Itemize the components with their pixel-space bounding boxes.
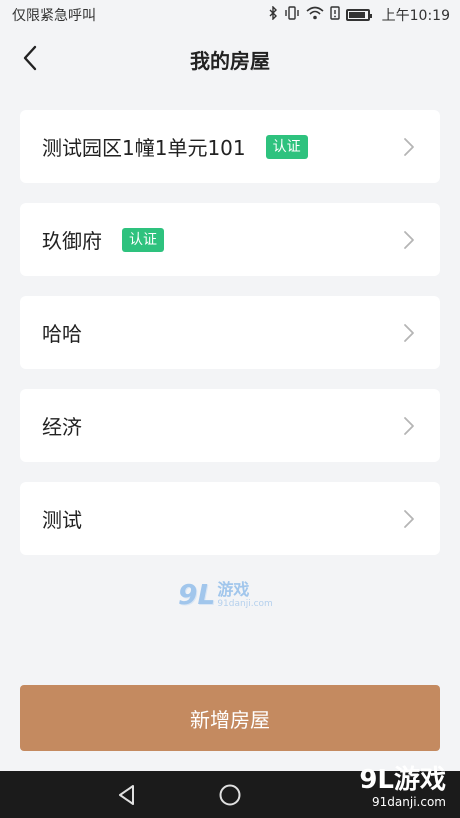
clock-time: 上午10:19 (381, 8, 450, 24)
house-item[interactable]: 测试 (20, 482, 440, 555)
status-bar: 仅限紧急呼叫 上午10:19 (0, 0, 460, 30)
watermark-text: 游戏 91danji.com (217, 579, 273, 609)
house-item[interactable]: 经济 (20, 389, 440, 462)
house-name: 经济 (42, 415, 82, 439)
watermark-title: 游戏 (217, 579, 250, 599)
house-name: 测试 (42, 508, 82, 532)
bluetooth-icon (268, 5, 278, 24)
verified-badge: 认证 (122, 227, 164, 252)
corner-watermark: 9L游戏 91danji.com (359, 765, 446, 809)
watermark-url: 91danji.com (217, 598, 273, 609)
house-item[interactable]: 玖御府 认证 (20, 203, 440, 276)
corner-watermark-url: 91danji.com (372, 795, 446, 809)
page-title: 我的房屋 (190, 48, 270, 73)
house-name: 测试园区1幢1单元101 (42, 136, 246, 160)
house-name: 玖御府 (42, 229, 102, 253)
chevron-right-icon (404, 137, 414, 156)
chevron-right-icon (404, 509, 414, 528)
chevron-right-icon (404, 416, 414, 435)
vibrate-icon (284, 6, 300, 24)
header: 我的房屋 (0, 30, 460, 88)
wifi-icon (306, 6, 324, 24)
watermark-logo: 9L 游戏 91danji.com (178, 578, 273, 611)
verified-badge: 认证 (265, 134, 308, 159)
status-icons: 上午10:19 (268, 5, 450, 25)
watermark-logo-mark: 9L (178, 578, 216, 611)
chevron-right-icon (404, 230, 414, 249)
battery-icon (345, 9, 372, 21)
add-house-label: 新增房屋 (190, 707, 270, 732)
house-list: 测试园区1幢1单元101 认证 玖御府 认证 哈哈 经济 测试 (20, 110, 440, 575)
house-name: 哈哈 (42, 322, 82, 346)
add-house-button[interactable]: 新增房屋 (20, 685, 440, 751)
house-item[interactable]: 哈哈 (20, 296, 440, 369)
carrier-status-text: 仅限紧急呼叫 (12, 8, 96, 24)
chevron-left-icon (23, 45, 37, 71)
house-item[interactable]: 测试园区1幢1单元101 认证 (20, 110, 440, 183)
system-home-icon[interactable] (218, 783, 242, 807)
corner-watermark-title: 9L游戏 (359, 765, 446, 795)
chevron-right-icon (404, 323, 414, 342)
back-button[interactable] (12, 38, 48, 78)
system-back-icon[interactable] (114, 782, 140, 808)
alert-icon (329, 6, 340, 24)
